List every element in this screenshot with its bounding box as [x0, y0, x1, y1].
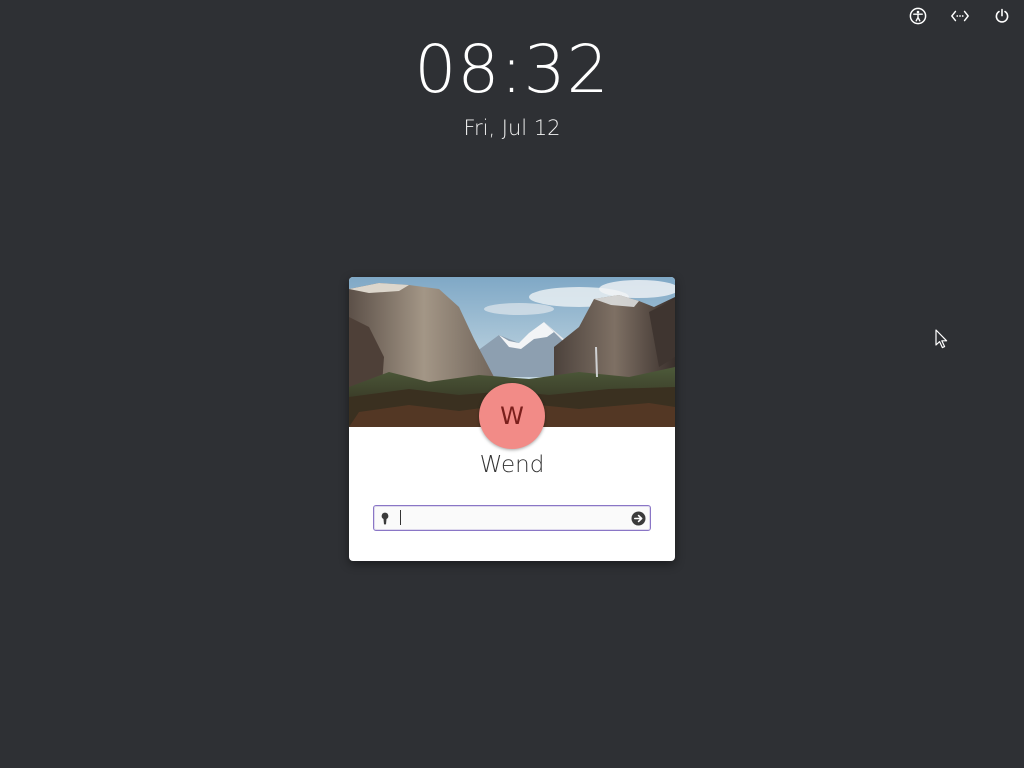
clock: 08:32 Fri, Jul 12: [0, 30, 1024, 142]
accessibility-icon[interactable]: [908, 6, 928, 26]
user-avatar[interactable]: W: [479, 383, 545, 449]
arrow-right-circle-icon[interactable]: [626, 506, 650, 530]
login-card: W Wend: [349, 277, 675, 561]
clock-date: Fri, Jul 12: [463, 116, 561, 140]
clock-time: 08:32: [414, 31, 610, 108]
lock-screen: 08:32 Fri, Jul 12 W Wend: [0, 0, 1024, 768]
text-caret: [400, 510, 401, 525]
avatar-initial: W: [500, 402, 524, 430]
top-right-indicators: [908, 6, 1012, 26]
password-input[interactable]: [394, 507, 626, 529]
mouse-pointer-icon: [935, 329, 949, 353]
password-field[interactable]: [373, 505, 651, 531]
lock-icon: [380, 511, 390, 525]
user-name: Wend: [479, 452, 545, 478]
network-wired-icon[interactable]: [950, 6, 970, 26]
power-icon[interactable]: [992, 6, 1012, 26]
